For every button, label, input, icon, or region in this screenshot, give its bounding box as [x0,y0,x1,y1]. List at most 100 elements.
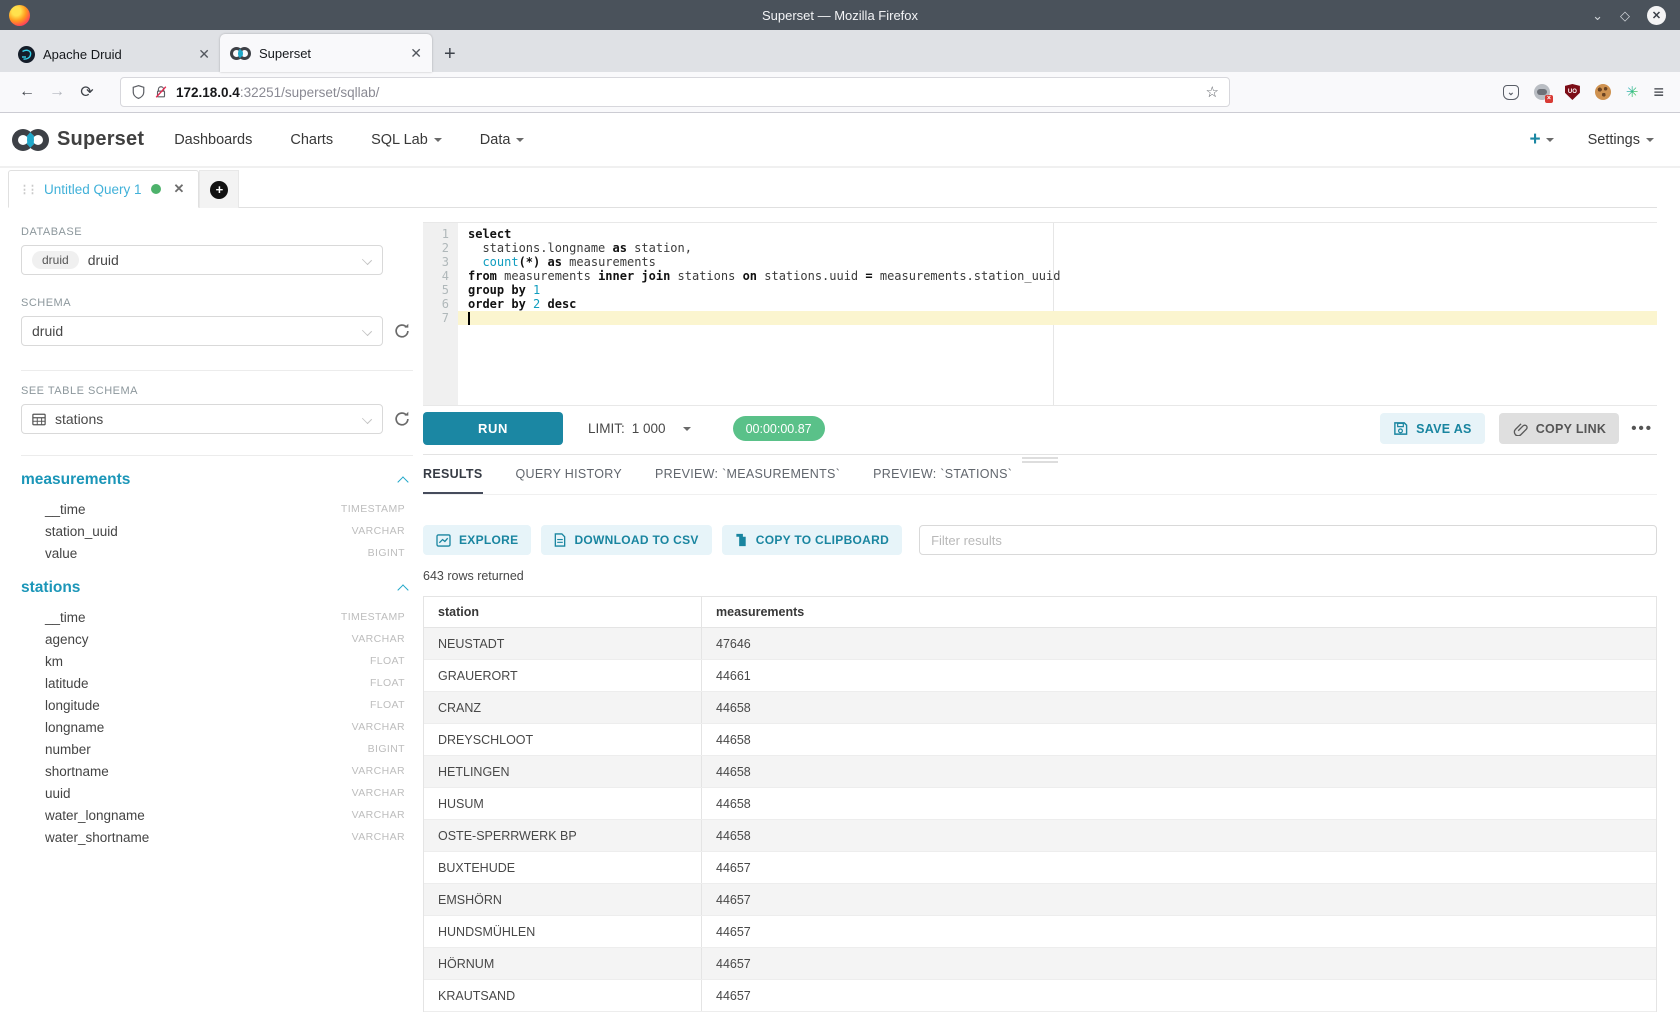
browser-tab-apache-druid[interactable]: Apache Druid ✕ [8,36,220,72]
privacy-extension-icon[interactable] [1534,84,1550,100]
column-header-station[interactable]: station [424,597,702,627]
brand-name: Superset [57,128,144,151]
reload-icon[interactable]: ⟳ [72,82,102,102]
schema-select[interactable]: druid [21,316,383,346]
download-csv-button[interactable]: DOWNLOAD TO CSV [541,525,711,555]
nav-item-data[interactable]: Data [480,132,525,148]
elapsed-timer-badge: 00:00:00.87 [733,416,825,441]
table-row: KRAUTSAND44657 [424,980,1656,1012]
nav-item-charts[interactable]: Charts [290,132,333,148]
table-select-value: stations [55,411,103,427]
drag-handle-icon[interactable]: ⋮⋮ [19,183,35,196]
forward-icon[interactable]: → [42,83,72,101]
add-query-tab[interactable]: + [199,170,239,208]
results-tab-preview-stations[interactable]: PREVIEW: `STATIONS` [873,467,1012,494]
more-options-icon[interactable]: ••• [1631,420,1653,437]
query-tab-untitled-query-1[interactable]: ⋮⋮ Untitled Query 1 ✕ [8,170,199,208]
cell-station: NEUSTADT [424,628,702,659]
refresh-tables-icon[interactable] [393,410,411,428]
column-row: water_longnameVARCHAR [21,804,413,826]
code-line[interactable]: select [458,227,1657,241]
table-section-stations[interactable]: stations [21,579,413,597]
url-bar[interactable]: 172.18.0.4:32251/superset/sqllab/ ☆ [120,77,1230,107]
pocket-icon[interactable]: ⌄ [1503,85,1519,100]
superset-brand[interactable]: Superset [12,128,144,151]
cookie-extension-icon[interactable] [1595,84,1611,100]
settings-menu[interactable]: Settings [1588,132,1654,148]
query-tab-title: Untitled Query 1 [44,182,142,197]
code-line[interactable]: stations.longname as station, [458,241,1657,255]
pane-splitter[interactable] [423,454,1657,455]
cell-station: OSTE-SPERRWERK BP [424,820,702,851]
code-line[interactable]: count(*) as measurements [458,255,1657,269]
table-select[interactable]: stations [21,404,383,434]
column-header-measurements[interactable]: measurements [702,597,1656,627]
clipboard-icon [735,533,748,547]
column-name: longitude [45,698,100,713]
ublock-origin-icon[interactable]: UO [1565,84,1580,100]
cell-station: EMSHÖRN [424,884,702,915]
column-name: longname [45,720,104,735]
new-tab-button[interactable]: + [444,44,456,64]
tab-close-icon[interactable]: ✕ [410,45,422,62]
table-section-measurements[interactable]: measurements [21,471,413,489]
gutter-line-number: 5 [423,283,458,297]
splitter-handle-icon[interactable] [1022,457,1058,465]
chevron-down-icon [362,255,372,265]
cell-measurements: 44658 [702,756,1656,787]
save-as-button[interactable]: SAVE AS [1380,413,1485,444]
editor-code[interactable]: select stations.longname as station, cou… [458,223,1657,405]
browser-tab-superset[interactable]: Superset ✕ [220,34,432,72]
copy-clipboard-button[interactable]: COPY TO CLIPBOARD [722,525,902,555]
results-tab-results[interactable]: RESULTS [423,467,483,494]
menu-hamburger-icon[interactable]: ≡ [1653,83,1664,101]
tab-title: Superset [259,46,402,61]
window-minimize-icon[interactable]: ⌄ [1592,9,1603,22]
code-line[interactable]: order by 2 desc [458,297,1657,311]
filter-results-input[interactable] [919,525,1657,555]
database-backend-tag: druid [32,251,79,269]
refresh-schemas-icon[interactable] [393,322,411,340]
results-tab-preview-measurements[interactable]: PREVIEW: `MEASUREMENTS` [655,467,840,494]
limit-control[interactable]: LIMIT: 1 000 [588,421,691,436]
results-tab-query-history[interactable]: QUERY HISTORY [516,467,622,494]
column-name: km [45,654,63,669]
explore-button[interactable]: EXPLORE [423,525,531,555]
window-maximize-icon[interactable]: ◇ [1620,9,1630,22]
collapse-chevron-icon[interactable] [397,476,408,487]
gutter-line-number: 6 [423,297,458,311]
code-line[interactable] [458,311,1657,325]
cell-station: HUNDSMÜHLEN [424,916,702,947]
cell-measurements: 44657 [702,916,1656,947]
column-row: station_uuidVARCHAR [21,520,413,542]
copy-link-button[interactable]: COPY LINK [1499,413,1620,444]
browser-tabstrip: Apache Druid ✕ Superset ✕ + [0,30,1680,72]
column-name: number [45,742,91,757]
nav-item-sql-lab[interactable]: SQL Lab [371,132,442,148]
sqllab-page: ⋮⋮ Untitled Query 1 ✕ + DATABASE druid d… [0,168,1680,1012]
new-item-menu[interactable]: + [1529,130,1553,149]
browser-titlebar: Superset — Mozilla Firefox ⌄ ◇ ✕ [0,0,1680,30]
cell-measurements: 44657 [702,852,1656,883]
database-select[interactable]: druid druid [21,245,383,275]
insecure-lock-icon[interactable] [154,84,168,100]
code-line[interactable]: group by 1 [458,283,1657,297]
window-close-icon[interactable]: ✕ [1647,6,1666,25]
bookmark-star-icon[interactable]: ☆ [1206,83,1219,101]
back-icon[interactable]: ← [12,83,42,101]
tab-close-icon[interactable]: ✕ [198,46,210,63]
limit-label: LIMIT: [588,421,625,436]
code-line[interactable]: from measurements inner join stations on… [458,269,1657,283]
divider [21,370,413,371]
query-tab-close-icon[interactable]: ✕ [174,181,185,197]
collapse-chevron-icon[interactable] [397,584,408,595]
tracking-shield-icon[interactable] [131,84,146,100]
nav-item-dashboards[interactable]: Dashboards [174,132,252,148]
extension-asterisk-icon[interactable]: ✳ [1626,85,1639,100]
schema-label: SCHEMA [21,297,413,309]
sql-editor[interactable]: 1234567 select stations.longname as stat… [423,222,1657,406]
link-icon [1512,421,1528,436]
nav-items: Dashboards Charts SQL Lab Data [174,132,524,148]
column-type: VARCHAR [352,721,405,733]
run-button[interactable]: RUN [423,412,563,445]
